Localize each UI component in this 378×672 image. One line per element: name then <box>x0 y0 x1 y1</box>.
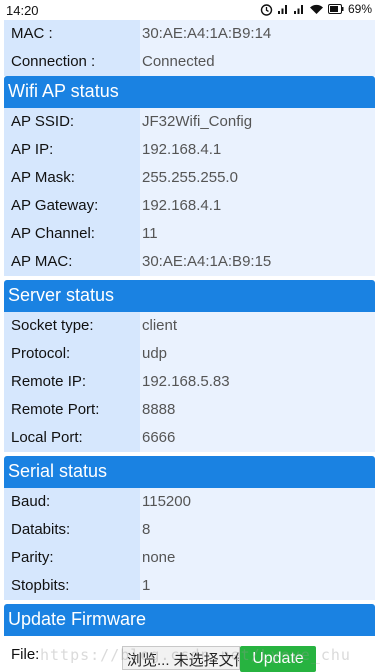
wifi-icon <box>309 3 324 15</box>
table-row: AP SSID: JF32Wifi_Config <box>4 108 375 136</box>
section-header-server: Server status <box>4 280 375 312</box>
row-label: Connection : <box>11 53 96 70</box>
row-label: AP SSID: <box>11 113 75 130</box>
row-value: udp <box>142 345 168 362</box>
row-label: Socket type: <box>11 317 94 334</box>
alarm-icon <box>260 3 273 16</box>
row-label: Local Port: <box>11 429 83 446</box>
table-row: Baud: 115200 <box>4 488 375 516</box>
section-header-update-firmware: Update Firmware <box>4 604 375 636</box>
section-title: Serial status <box>8 461 108 481</box>
table-row: Socket type: client <box>4 312 375 340</box>
wifi-ap-table: AP SSID: JF32Wifi_Config AP IP: 192.168.4.… <box>4 108 375 276</box>
row-label: Databits: <box>11 521 71 538</box>
serial-table: Baud: 115200 Databits: 8 Parity: none Stopb… <box>4 488 375 600</box>
table-row: Local Port: 6666 <box>4 424 375 452</box>
row-value: Connected <box>142 53 215 70</box>
row-value: 255.255.255.0 <box>142 169 238 186</box>
update-button[interactable]: Update <box>240 646 316 672</box>
wifi-station-table: MAC : 30:AE:A4:1A:B9:14 Connection : Con… <box>4 20 375 76</box>
table-row: Remote IP: 192.168.5.83 <box>4 368 375 396</box>
server-table: Socket type: client Protocol: udp Remote I… <box>4 312 375 452</box>
row-value: 115200 <box>142 493 191 510</box>
file-label: File: <box>11 646 40 663</box>
section-title: Server status <box>8 285 115 305</box>
table-row: AP Mask: 255.255.255.0 <box>4 164 375 192</box>
row-label: MAC : <box>11 25 53 42</box>
section-header-wifi-ap: Wifi AP status <box>4 76 375 108</box>
row-label: AP MAC: <box>11 253 73 270</box>
table-row: Stopbits: 1 <box>4 572 375 600</box>
row-label: Stopbits: <box>11 577 70 594</box>
row-label: Remote Port: <box>11 401 100 418</box>
table-row: AP Gateway: 192.168.4.1 <box>4 192 375 220</box>
row-label: Protocol: <box>11 345 71 362</box>
row-value: 192.168.4.1 <box>142 141 222 158</box>
row-value: 192.168.5.83 <box>142 373 230 390</box>
section-header-serial: Serial status <box>4 456 375 488</box>
table-row: Protocol: udp <box>4 340 375 368</box>
table-row: Databits: 8 <box>4 516 375 544</box>
table-row: Connection : Connected <box>4 48 375 76</box>
row-value: 192.168.4.1 <box>142 197 222 214</box>
section-title: Update Firmware <box>8 609 147 629</box>
row-label: Remote IP: <box>11 373 87 390</box>
row-value: 11 <box>142 225 158 242</box>
row-value: 1 <box>142 577 151 594</box>
status-time: 14:20 <box>6 3 39 18</box>
table-row: AP MAC: 30:AE:A4:1A:B9:15 <box>4 248 375 276</box>
status-icons: 69% <box>260 2 372 16</box>
table-row: MAC : 30:AE:A4:1A:B9:14 <box>4 20 375 48</box>
row-value: 30:AE:A4:1A:B9:15 <box>142 253 272 270</box>
row-value: 30:AE:A4:1A:B9:14 <box>142 25 272 42</box>
row-value: 8 <box>142 521 151 538</box>
row-value: 8888 <box>142 401 176 418</box>
battery-icon <box>327 4 344 14</box>
signal-icon-2 <box>293 3 305 15</box>
firmware-file-row: File: 浏览... 未选择文件。 Update <box>4 640 375 672</box>
row-label: AP Gateway: <box>11 197 99 214</box>
row-label: AP Mask: <box>11 169 75 186</box>
browse-file-button[interactable]: 浏览... 未选择文件。 <box>122 646 240 670</box>
row-value: 6666 <box>142 429 176 446</box>
table-row: AP IP: 192.168.4.1 <box>4 136 375 164</box>
row-label: AP IP: <box>11 141 54 158</box>
section-title: Wifi AP status <box>8 81 119 101</box>
table-row: Remote Port: 8888 <box>4 396 375 424</box>
row-label: Baud: <box>11 493 51 510</box>
row-label: AP Channel: <box>11 225 95 242</box>
row-value: client <box>142 317 178 334</box>
row-value: none <box>142 549 176 566</box>
row-value: JF32Wifi_Config <box>142 113 253 130</box>
table-row: AP Channel: 11 <box>4 220 375 248</box>
row-label: Parity: <box>11 549 54 566</box>
battery-percent: 69% <box>347 2 372 16</box>
status-bar: 14:20 69% <box>0 0 378 20</box>
signal-icon <box>277 3 289 15</box>
table-row: Parity: none <box>4 544 375 572</box>
